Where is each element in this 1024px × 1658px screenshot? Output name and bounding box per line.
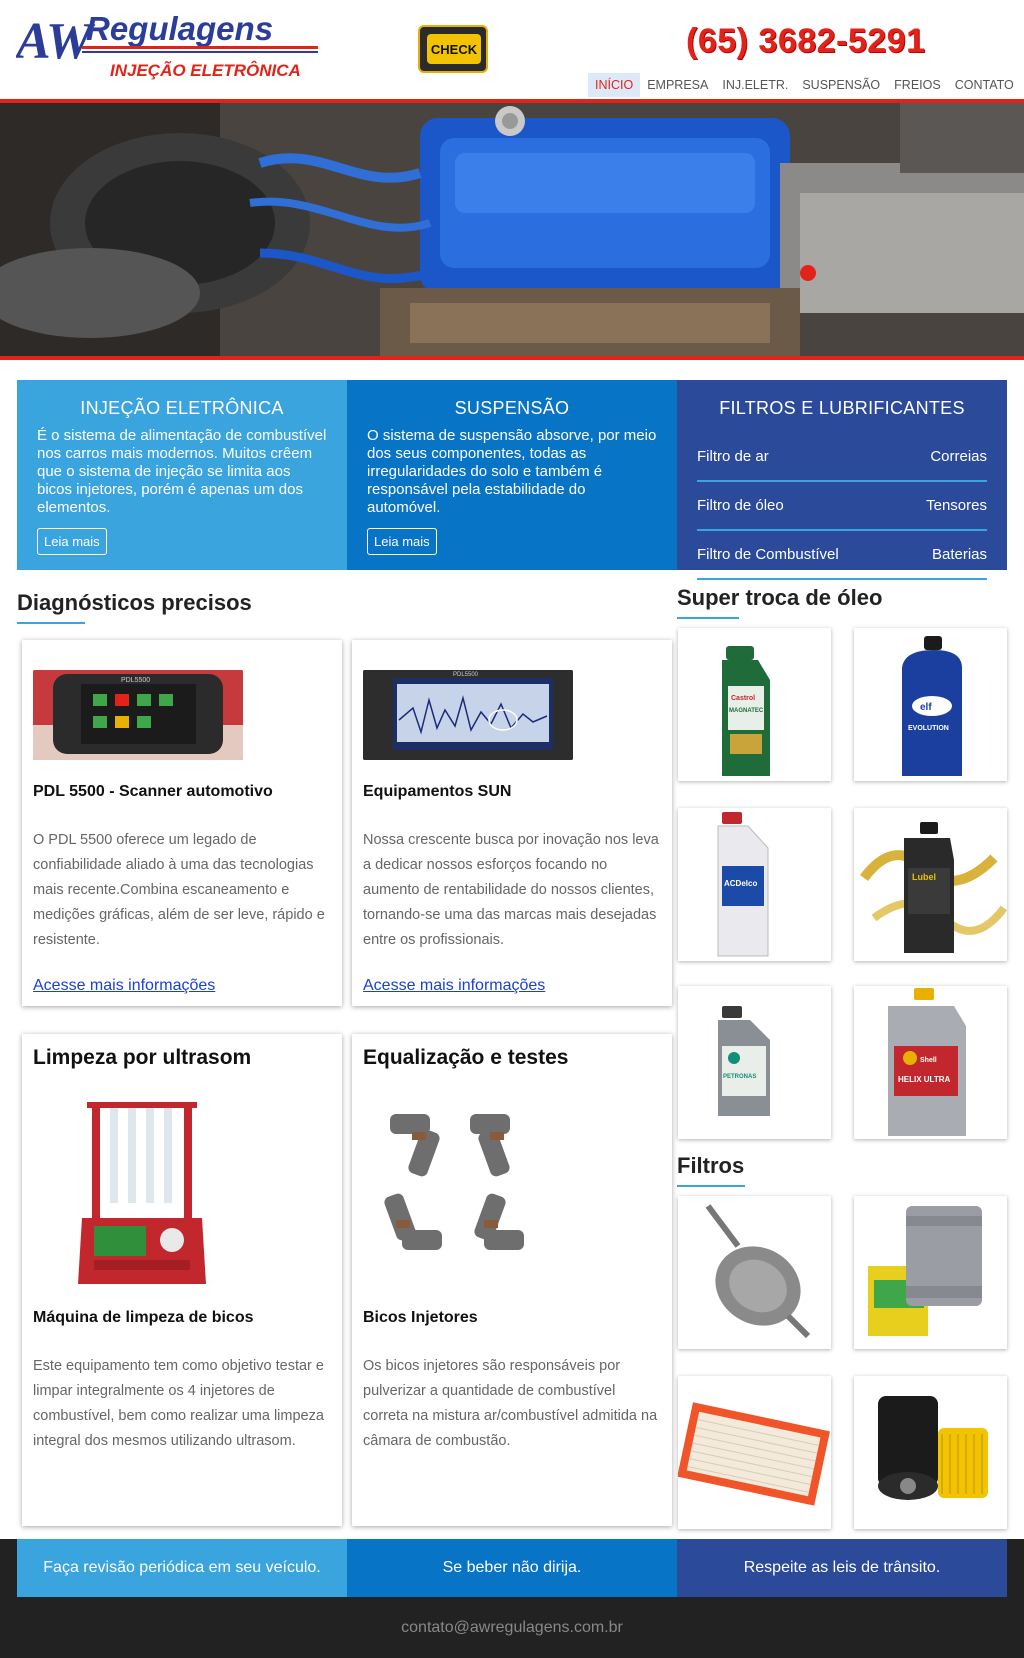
castrol-brand: Castrol bbox=[731, 695, 755, 702]
site-logo[interactable]: AW Regulagens INJEÇÃO ELETRÔNICA bbox=[13, 10, 326, 88]
nav-item-inicio[interactable]: INÍCIO bbox=[588, 73, 641, 97]
sun-image: PDL5500 bbox=[363, 670, 573, 760]
card-limpeza: Limpeza por ultrasom Máquina de limpeza … bbox=[22, 1034, 342, 1526]
elf-line: EVOLUTION bbox=[908, 725, 949, 732]
hero-engine-image bbox=[0, 103, 1024, 356]
nav-item-contato[interactable]: CONTATO bbox=[948, 73, 1021, 97]
phone-number: (65) 3682-5291 bbox=[686, 22, 926, 60]
logo-tagline: INJEÇÃO ELETRÔNICA bbox=[110, 60, 301, 80]
nav-item-suspensao[interactable]: SUSPENSÃO bbox=[795, 73, 887, 97]
sun-title: Equipamentos SUN bbox=[363, 783, 512, 800]
product-lubel[interactable]: Lubel bbox=[854, 808, 1007, 961]
filter-link-baterias[interactable]: Baterias bbox=[932, 531, 987, 578]
sun-device-label: PDL5500 bbox=[453, 672, 479, 678]
feature-suspensao-title: SUSPENSÃO bbox=[454, 398, 570, 418]
injectors-image bbox=[372, 1104, 552, 1264]
leia-mais-injecao-button[interactable]: Leia mais bbox=[37, 528, 107, 555]
hero-divider bbox=[0, 356, 1024, 360]
limpeza-text: Este equipamento tem como objetivo testa… bbox=[33, 1358, 324, 1449]
filter-oil-image[interactable] bbox=[854, 1196, 1007, 1349]
filter-cartridge-image[interactable] bbox=[854, 1376, 1007, 1529]
feature-injecao-text: É o sistema de alimentação de combustíve… bbox=[37, 427, 327, 516]
sun-text: Nossa crescente busca por inovação nos l… bbox=[363, 832, 659, 948]
bicos-title: Bicos Injetores bbox=[363, 1309, 478, 1326]
pdl5500-text: O PDL 5500 oferece um legado de confiabi… bbox=[33, 832, 325, 948]
footer-email[interactable]: contato@awregulagens.com.br bbox=[0, 1619, 1024, 1637]
petronas-brand: PETRONAS bbox=[723, 1074, 756, 1080]
nav-item-freios[interactable]: FREIOS bbox=[887, 73, 948, 97]
filter-link-tensores[interactable]: Tensores bbox=[926, 482, 987, 529]
slogan-transito: Respeite as leis de trânsito. bbox=[677, 1539, 1007, 1597]
filtros-title-text: Filtros bbox=[677, 1153, 745, 1178]
shell-brand: Shell bbox=[920, 1057, 937, 1064]
filter-link-correias[interactable]: Correias bbox=[930, 433, 987, 480]
sun-more-link[interactable]: Acesse mais informações bbox=[363, 977, 545, 995]
nav-item-empresa[interactable]: EMPRESA bbox=[640, 73, 715, 97]
feature-filtros-title: FILTROS E LUBRIFICANTES bbox=[719, 398, 965, 418]
feature-suspensao-text: O sistema de suspensão absorve, por meio… bbox=[367, 427, 657, 516]
acdelco-brand: ACDelco bbox=[724, 879, 757, 888]
card-sun: PDL5500 Equipamentos SUN Nossa crescente… bbox=[352, 640, 672, 1006]
filter-row: Filtro de óleo Tensores bbox=[697, 482, 987, 531]
pdl5500-more-link[interactable]: Acesse mais informações bbox=[33, 977, 215, 995]
site-header: AW Regulagens INJEÇÃO ELETRÔNICA CHECK (… bbox=[0, 0, 1024, 100]
pdl5500-device-label: PDL5500 bbox=[121, 677, 150, 684]
card-pdl5500: PDL5500 PDL 5500 - Scanner automotivo O … bbox=[22, 640, 342, 1006]
diagnosticos-title-text: Diagnósticos precisos bbox=[17, 590, 252, 615]
site-footer: contato@awregulagens.com.br bbox=[0, 1597, 1024, 1658]
bicos-text: Os bicos injetores são responsáveis por … bbox=[363, 1358, 658, 1449]
product-castrol[interactable]: Castrol MAGNATEC bbox=[678, 628, 831, 781]
shell-line: HELIX ULTRA bbox=[898, 1075, 951, 1084]
pdl5500-title: PDL 5500 - Scanner automotivo bbox=[33, 783, 273, 800]
filter-row: Filtro de ar Correias bbox=[697, 433, 987, 482]
check-label: CHECK bbox=[430, 42, 478, 57]
filtros-title: Filtros bbox=[677, 1153, 745, 1187]
logo-name: Regulagens bbox=[86, 10, 273, 47]
diagnosticos-title: Diagnósticos precisos bbox=[17, 590, 252, 624]
oleo-title: Super troca de óleo bbox=[677, 585, 883, 619]
elf-brand: elf bbox=[920, 702, 932, 713]
feature-injecao: INJEÇÃO ELETRÔNICA É o sistema de alimen… bbox=[17, 380, 347, 570]
filter-link-combustivel[interactable]: Filtro de Combustível bbox=[697, 531, 839, 578]
product-acdelco[interactable]: ACDelco bbox=[678, 808, 831, 961]
limpeza-heading: Limpeza por ultrasom bbox=[33, 1046, 252, 1069]
check-engine-icon: CHECK bbox=[418, 25, 488, 73]
filter-link-oleo[interactable]: Filtro de óleo bbox=[697, 482, 784, 529]
product-shell[interactable]: Shell HELIX ULTRA bbox=[854, 986, 1007, 1139]
slogan-beber: Se beber não dirija. bbox=[347, 1539, 677, 1597]
filter-fuel-image[interactable] bbox=[678, 1196, 831, 1349]
product-petronas[interactable]: PETRONAS bbox=[678, 986, 831, 1139]
lubel-brand: Lubel bbox=[912, 872, 936, 882]
filter-air-image[interactable] bbox=[678, 1376, 831, 1529]
main-nav: INÍCIO EMPRESA INJ.ELETR. SUSPENSÃO FREI… bbox=[588, 73, 1021, 97]
nav-item-injecao[interactable]: INJ.ELETR. bbox=[715, 73, 795, 97]
leia-mais-suspensao-button[interactable]: Leia mais bbox=[367, 528, 437, 555]
pdl5500-image: PDL5500 bbox=[33, 670, 243, 760]
filter-link-ar[interactable]: Filtro de ar bbox=[697, 433, 769, 480]
product-elf[interactable]: elf EVOLUTION bbox=[854, 628, 1007, 781]
cleaning-machine-image bbox=[72, 1094, 212, 1284]
logo-aw: AW bbox=[16, 13, 96, 70]
oleo-title-text: Super troca de óleo bbox=[677, 585, 883, 610]
limpeza-title: Máquina de limpeza de bicos bbox=[33, 1309, 254, 1326]
feature-suspensao: SUSPENSÃO O sistema de suspensão absorve… bbox=[347, 380, 677, 570]
feature-injecao-title: INJEÇÃO ELETRÔNICA bbox=[80, 398, 284, 418]
slogan-revisao: Faça revisão periódica em seu veículo. bbox=[17, 1539, 347, 1597]
equalizacao-heading: Equalização e testes bbox=[363, 1046, 569, 1069]
feature-filtros: FILTROS E LUBRIFICANTES Filtro de ar Cor… bbox=[677, 380, 1007, 580]
filter-row: Filtro de Combustível Baterias bbox=[697, 531, 987, 580]
card-equalizacao: Equalização e testes Bicos Injetores Os … bbox=[352, 1034, 672, 1526]
castrol-line: MAGNATEC bbox=[729, 708, 764, 714]
